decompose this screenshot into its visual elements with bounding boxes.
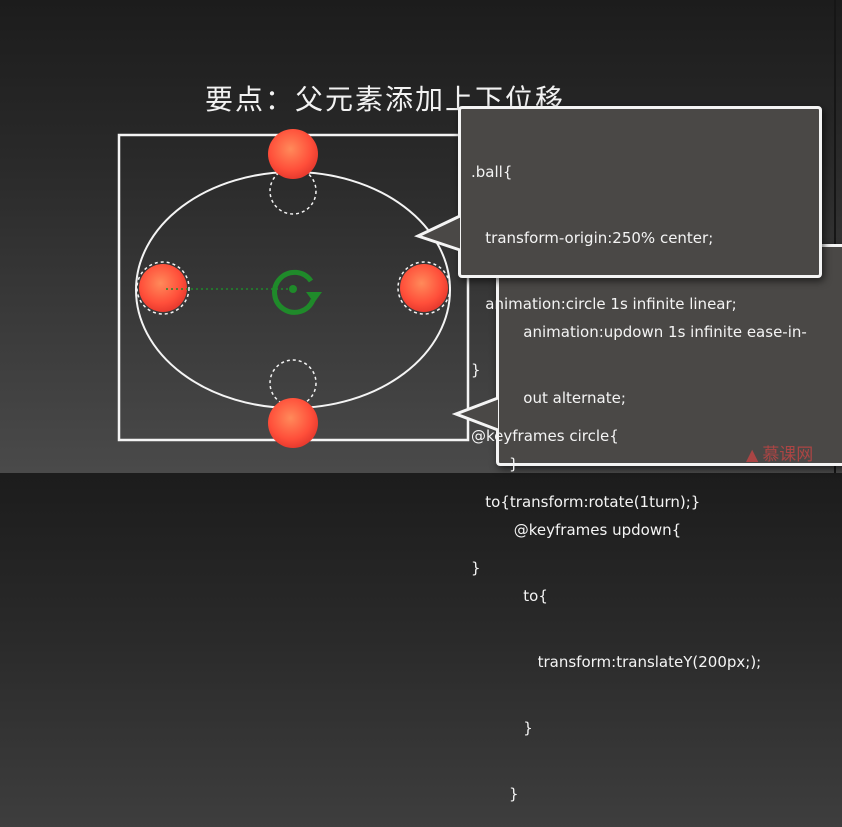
code-line: to{transform:rotate(1turn);} xyxy=(471,493,701,511)
callout-pointer-circle xyxy=(414,214,461,252)
code-line: animation:circle 1s infinite linear; xyxy=(471,295,737,313)
code-box-circle: .ball{ transform-origin:250% center; ani… xyxy=(458,106,822,577)
code-line: } xyxy=(471,361,481,379)
code-line: } xyxy=(471,559,481,577)
code-line: } xyxy=(509,785,519,803)
rotate-icon xyxy=(272,269,322,315)
flame-icon: ▲ xyxy=(746,445,759,464)
code-line: } xyxy=(509,719,533,737)
watermark-logo: ▲ 慕课网 xyxy=(746,440,813,465)
code-line: to{ xyxy=(509,587,548,605)
logo-text: 慕课网 xyxy=(762,445,814,465)
code-line: .ball{ xyxy=(471,163,513,181)
callout-pointer-updown xyxy=(452,396,499,432)
code-line: @keyframes updown{ xyxy=(509,521,682,539)
ball-right xyxy=(400,264,448,312)
ball-top xyxy=(268,129,318,179)
code-line: transform-origin:250% center; xyxy=(471,229,714,247)
code-line: transform:translateY(200px;); xyxy=(509,653,762,671)
ball-bottom xyxy=(268,398,318,448)
ball-left xyxy=(139,264,187,312)
